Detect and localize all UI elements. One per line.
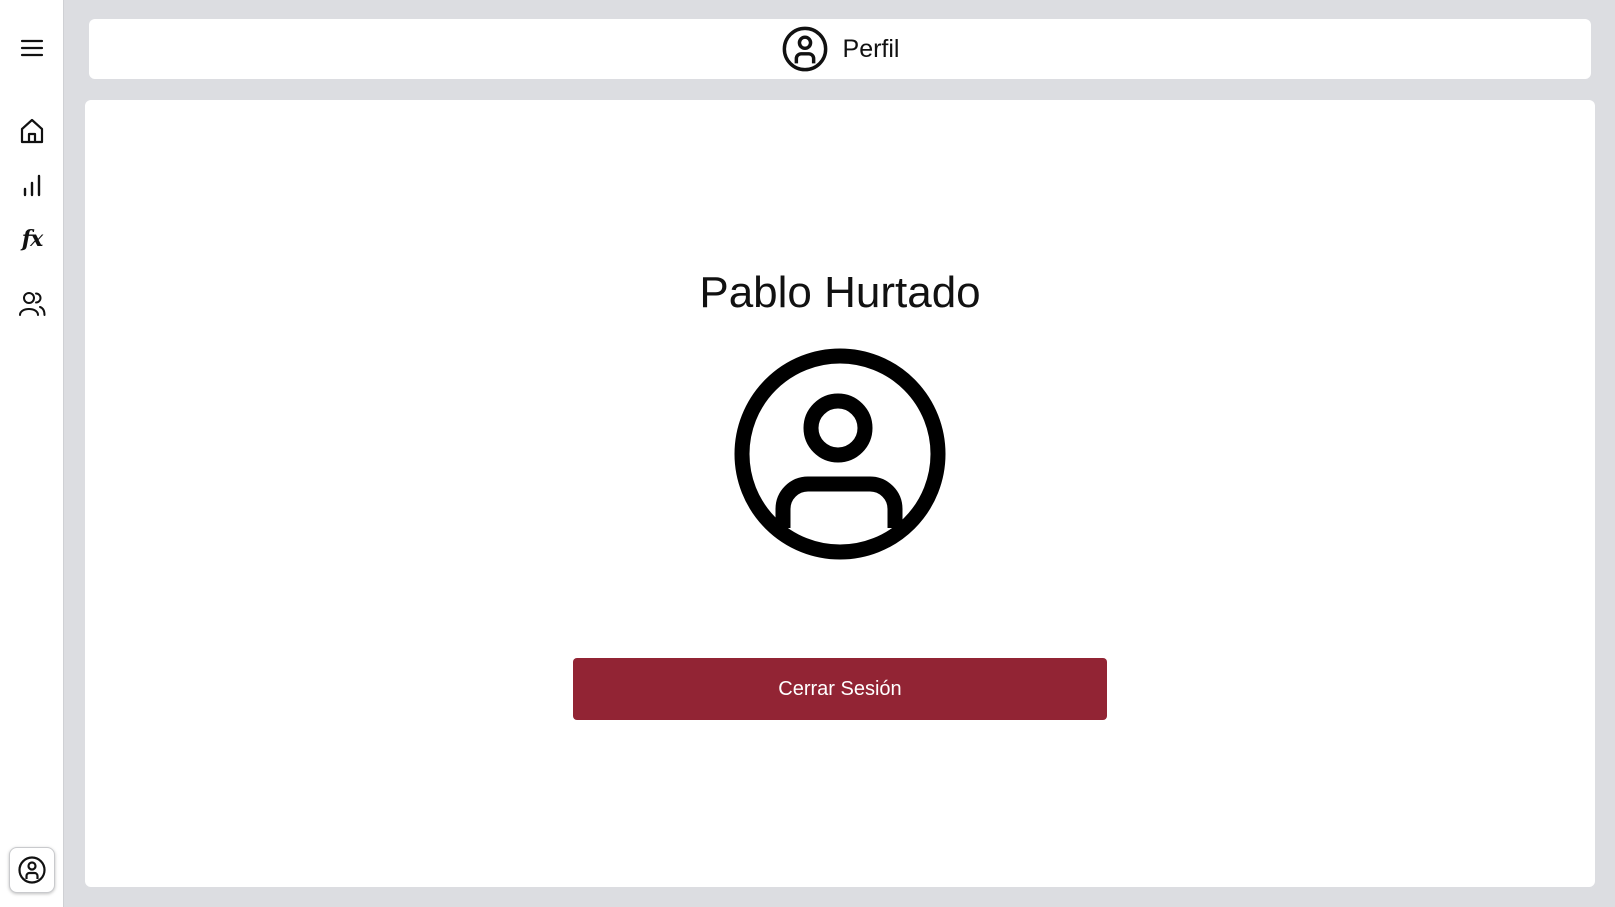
hamburger-menu-icon[interactable] — [12, 28, 52, 68]
sidebar-item-home[interactable] — [12, 111, 52, 151]
user-circle-icon — [18, 856, 46, 884]
sidebar: fx — [0, 0, 64, 907]
bar-chart-icon — [23, 174, 41, 197]
users-icon — [19, 292, 46, 316]
sidebar-profile-button[interactable] — [9, 847, 55, 893]
sidebar-item-functions[interactable]: fx — [12, 219, 52, 259]
avatar — [734, 348, 946, 560]
logout-button[interactable]: Cerrar Sesión — [573, 658, 1107, 720]
user-circle-icon — [782, 26, 827, 72]
home-icon — [20, 118, 44, 144]
fx-icon: fx — [21, 226, 44, 252]
profile-panel: Pablo Hurtado Cerrar Sesión — [85, 100, 1595, 887]
sidebar-item-users[interactable] — [12, 283, 52, 323]
page-title: Perfil — [842, 34, 900, 63]
sidebar-item-stats[interactable] — [12, 165, 52, 205]
page-header: Perfil — [89, 19, 1591, 79]
user-name: Pablo Hurtado — [699, 268, 981, 317]
